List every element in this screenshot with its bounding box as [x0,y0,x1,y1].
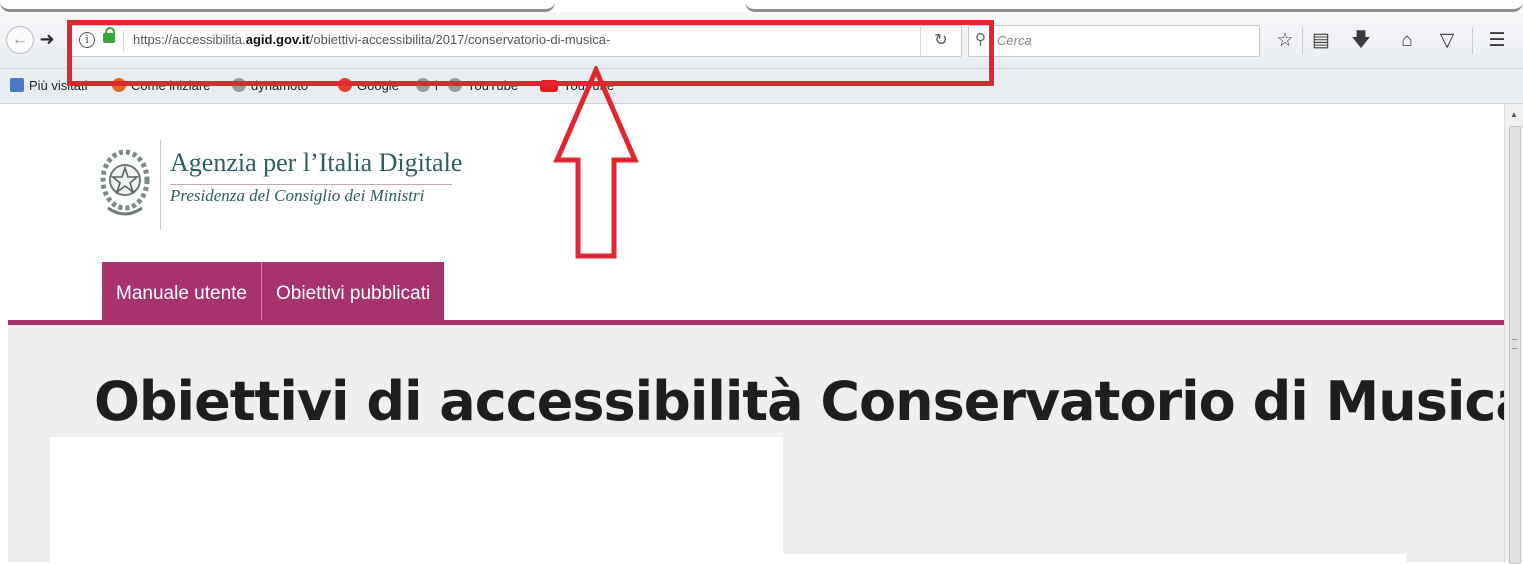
reading-list-icon[interactable]: ▤ [1306,26,1336,56]
download-icon[interactable]: 🡇 [1346,26,1376,56]
org-subtitle: Presidenza del Consiglio dei Ministri [170,186,425,205]
logo-divider [160,140,161,230]
forward-button[interactable]: ➜ [36,26,58,52]
content-panel [50,437,783,562]
scrollbar-thumb[interactable] [1509,126,1521,564]
republic-emblem-icon [100,149,150,216]
org-name-underline [170,184,452,185]
menu-item-manuale-utente[interactable]: Manuale utente [102,262,262,322]
search-bar[interactable]: ⚲ Cerca [968,25,1260,57]
bookmark-star-icon[interactable]: ☆ [1270,26,1300,56]
bookmark-folder-icon [10,78,24,92]
page-title: Obiettivi di accessibilità Conservatorio… [94,370,1523,433]
toolbar-separator [1472,28,1473,54]
search-placeholder: Cerca [997,33,1032,48]
main-menu: Manuale utente Obiettivi pubblicati [102,262,445,322]
home-icon[interactable]: ⌂ [1392,26,1422,56]
back-button[interactable]: ← [6,26,34,54]
org-name[interactable]: Agenzia per l’Italia Digitale [170,148,462,178]
toolbar-separator [1302,28,1303,54]
annotation-up-arrow-icon [553,66,639,259]
scroll-up-arrow-icon[interactable]: ▲ [1510,110,1518,119]
pocket-icon[interactable]: ▽ [1432,26,1462,56]
tab-inactive-edge[interactable] [745,0,1523,12]
menu-item-obiettivi-pubblicati[interactable]: Obiettivi pubblicati [262,262,445,322]
tab-strip [0,0,1523,12]
annotation-highlight-box [67,20,994,86]
content-strip [96,554,1406,562]
scrollbar-grip-icon [1512,339,1518,349]
tab-active-edge[interactable] [0,0,555,12]
menu-icon[interactable]: ☰ [1482,26,1512,56]
web-page: Agenzia per l’Italia Digitale Presidenza… [8,104,1523,562]
vertical-scrollbar[interactable]: ▲ [1504,104,1523,564]
